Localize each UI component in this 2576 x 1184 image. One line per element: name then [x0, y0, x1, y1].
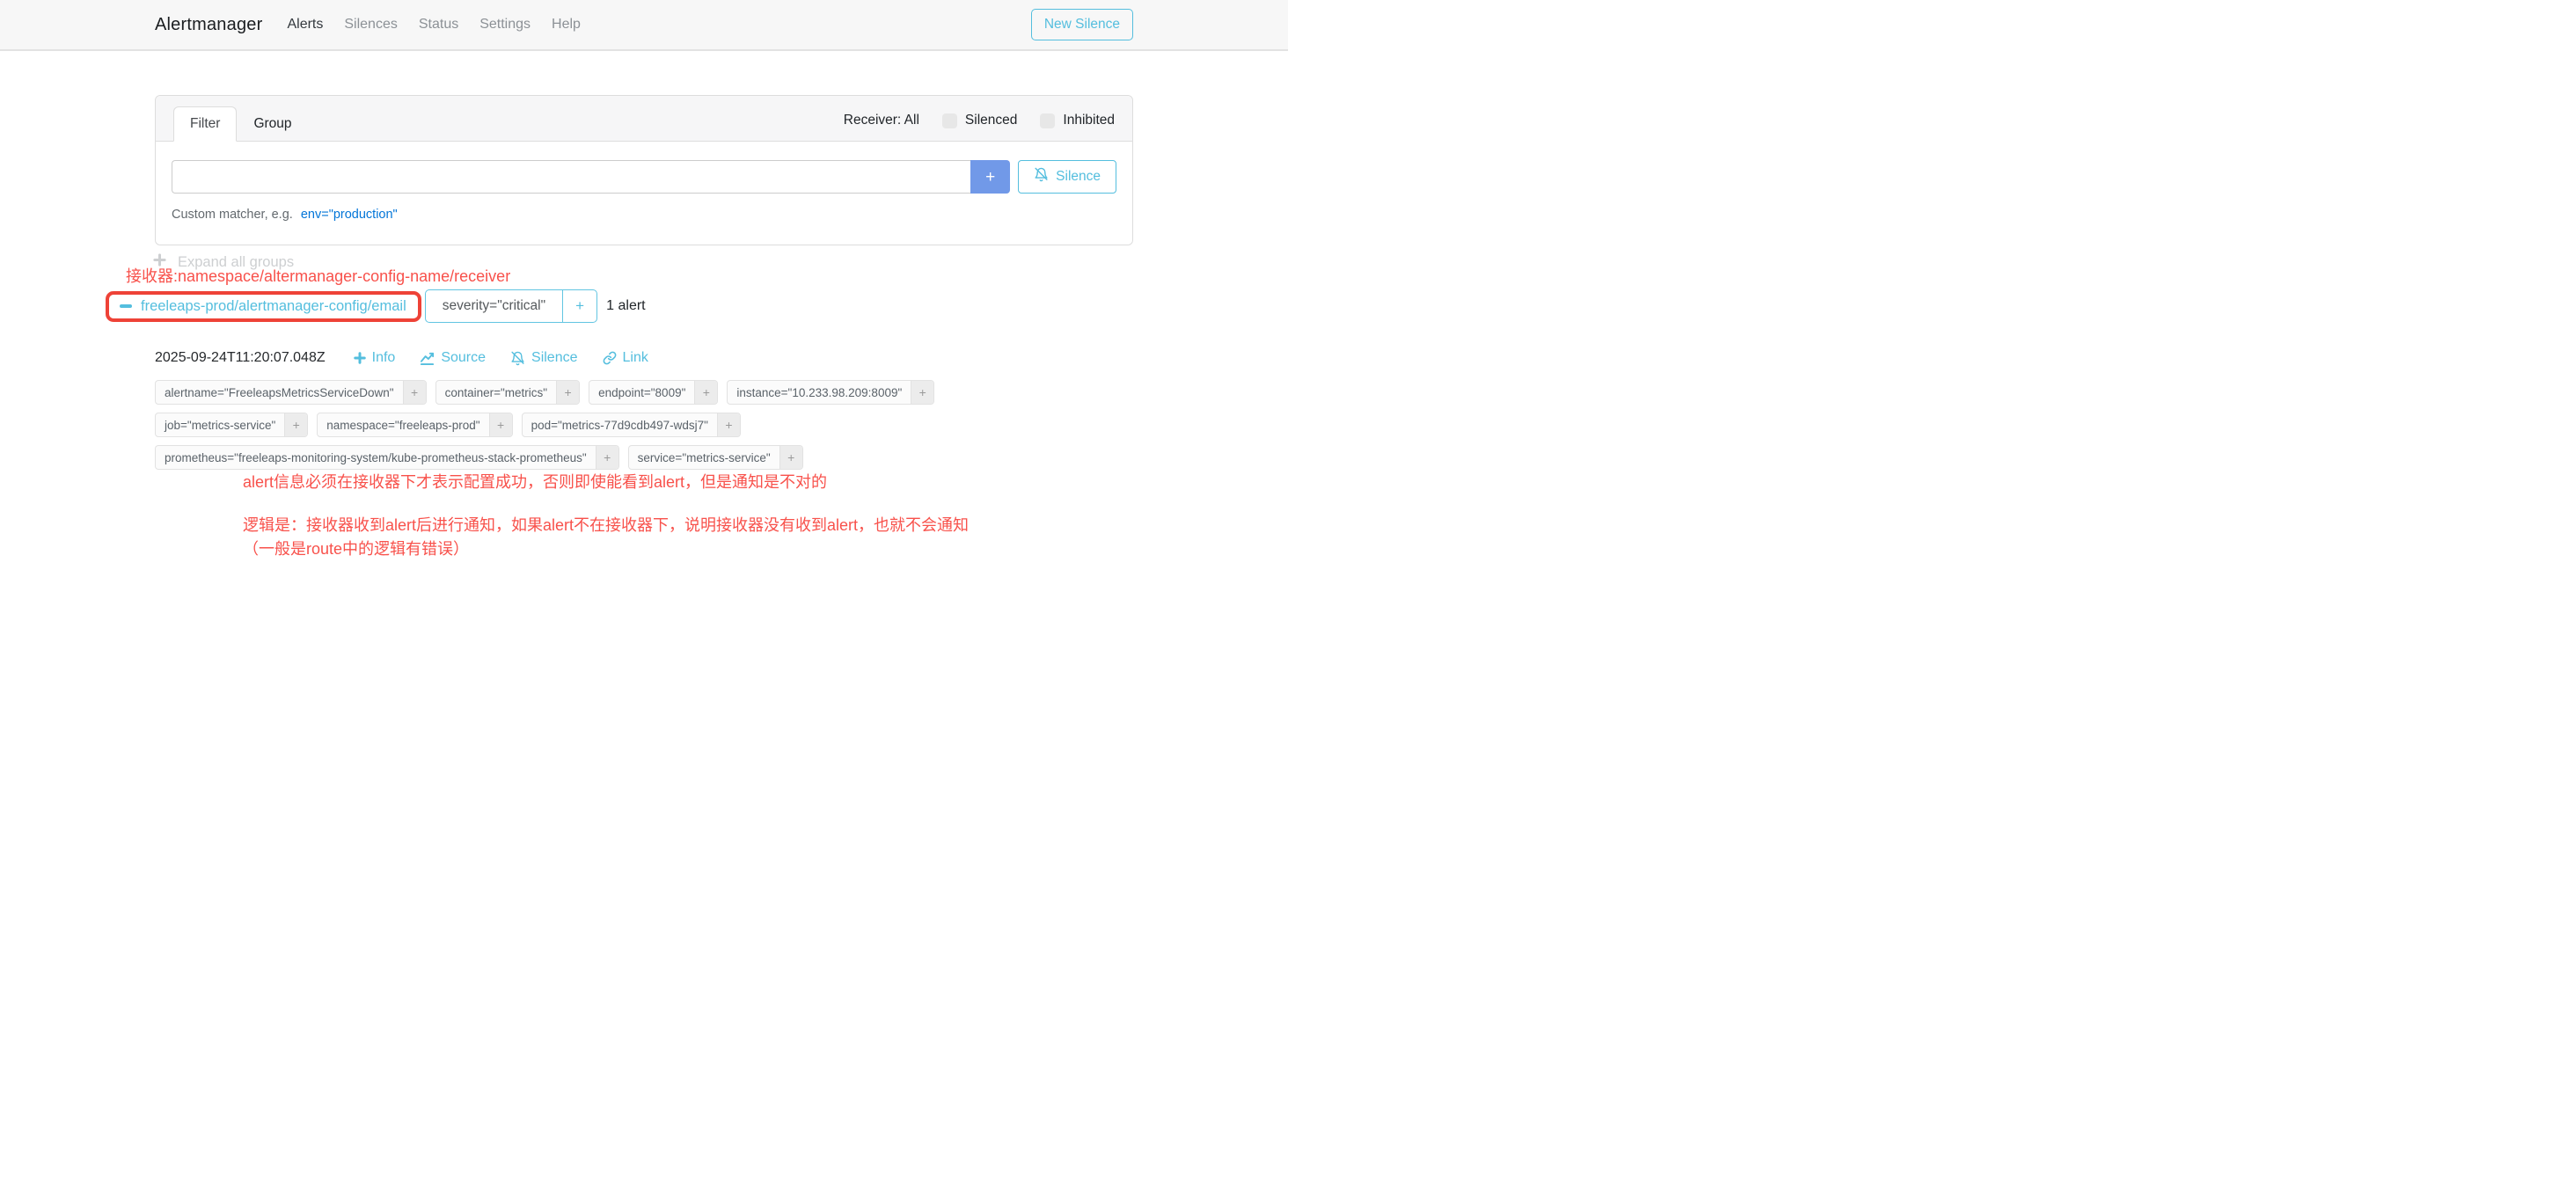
nav-item-settings[interactable]: Settings: [479, 17, 531, 33]
filter-card-header: Filter Group Receiver: All Silenced Inhi…: [156, 96, 1132, 142]
alert-source-link[interactable]: Source: [420, 350, 486, 366]
chart-icon: [420, 351, 435, 366]
nav-menu: Alerts Silences Status Settings Help: [287, 17, 580, 33]
silenced-checkbox[interactable]: [942, 113, 957, 128]
alert-count: 1 alert: [606, 298, 645, 314]
silence-button[interactable]: Silence: [1018, 160, 1116, 194]
label-row: job="metrics-service" + namespace="freel…: [155, 413, 1123, 437]
alert-source-label: Source: [441, 350, 486, 366]
nav-item-help[interactable]: Help: [552, 17, 581, 33]
label-tag-service: service="metrics-service" +: [628, 445, 803, 470]
nav-item-silences[interactable]: Silences: [344, 17, 397, 33]
alert-info-button[interactable]: Info: [354, 350, 396, 366]
add-matcher-button[interactable]: +: [970, 160, 1010, 194]
filter-card-body: + Silence Custom matcher, e.g.: [156, 142, 1132, 245]
plus-icon: [354, 352, 366, 364]
label-tag-add-button[interactable]: +: [403, 381, 426, 404]
alertmanager-page: Alertmanager Alerts Silences Status Sett…: [0, 0, 1288, 592]
alert-groups-section: Expand all groups 接收器:namespace/alterman…: [155, 245, 1133, 562]
tab-group[interactable]: Group: [237, 106, 308, 142]
annotation-note-2: 逻辑是：接收器收到alert后进行通知，如果alert不在接收器下，说明接收器没…: [243, 514, 969, 561]
label-tag-add-button[interactable]: +: [717, 413, 740, 436]
alert-timestamp: 2025-09-24T11:20:07.048Z: [155, 350, 326, 366]
label-tag-text[interactable]: pod="metrics-77d9cdb497-wdsj7": [523, 413, 717, 436]
inhibited-checkbox[interactable]: [1040, 113, 1055, 128]
label-tag-text[interactable]: endpoint="8009": [589, 381, 694, 404]
inhibited-checkbox-label: Inhibited: [1063, 113, 1115, 128]
main-content: Filter Group Receiver: All Silenced Inhi…: [155, 95, 1133, 562]
label-tag-add-button[interactable]: +: [556, 381, 579, 404]
hint-example-link[interactable]: env="production": [301, 208, 398, 222]
nav-item-alerts[interactable]: Alerts: [287, 17, 323, 33]
app-brand[interactable]: Alertmanager: [155, 15, 262, 35]
filter-tabs: Filter Group: [173, 106, 309, 141]
bell-slash-icon: [1034, 167, 1049, 186]
inhibited-checkbox-wrap[interactable]: Inhibited: [1040, 113, 1115, 128]
collapse-minus-icon: [120, 304, 132, 308]
label-tag-text[interactable]: prometheus="freeleaps-monitoring-system/…: [156, 446, 596, 469]
alert-meta-row: 2025-09-24T11:20:07.048Z Info: [155, 350, 648, 366]
label-tag-text[interactable]: service="metrics-service": [629, 446, 779, 469]
label-row: prometheus="freeleaps-monitoring-system/…: [155, 445, 1123, 470]
group-matcher-add-button[interactable]: +: [562, 290, 596, 322]
label-tag-add-button[interactable]: +: [911, 381, 933, 404]
label-tag-add-button[interactable]: +: [596, 446, 618, 469]
alert-silence-button[interactable]: Silence: [510, 350, 577, 366]
label-tag-endpoint: endpoint="8009" +: [589, 380, 718, 405]
annotation-note-2-line1: 逻辑是：接收器收到alert后进行通知，如果alert不在接收器下，说明接收器没…: [243, 514, 969, 537]
label-tag-text[interactable]: job="metrics-service": [156, 413, 284, 436]
annotation-note-2-line2: （一般是route中的逻辑有错误）: [243, 537, 969, 561]
annotation-highlight-box: freeleaps-prod/alertmanager-config/email: [106, 291, 421, 322]
navbar-inner: Alertmanager Alerts Silences Status Sett…: [155, 9, 1133, 40]
label-tag-add-button[interactable]: +: [694, 381, 717, 404]
matcher-input-group: + Silence: [172, 160, 1116, 194]
alert-actions: Info Source: [354, 350, 648, 366]
label-tag-job: job="metrics-service" +: [155, 413, 308, 437]
label-tag-text[interactable]: namespace="freeleaps-prod": [318, 413, 488, 436]
alert-labels: alertname="FreeleapsMetricsServiceDown" …: [155, 380, 1123, 478]
top-navbar: Alertmanager Alerts Silences Status Sett…: [0, 0, 1288, 51]
label-tag-add-button[interactable]: +: [284, 413, 307, 436]
receiver-filter[interactable]: Receiver: All: [844, 113, 919, 128]
group-matcher-chip: severity="critical" +: [425, 289, 597, 323]
label-tag-instance: instance="10.233.98.209:8009" +: [727, 380, 934, 405]
label-tag-add-button[interactable]: +: [489, 413, 512, 436]
label-tag-text[interactable]: alertname="FreeleapsMetricsServiceDown": [156, 381, 403, 404]
receiver-group-link[interactable]: freeleaps-prod/alertmanager-config/email: [141, 298, 406, 315]
new-silence-button[interactable]: New Silence: [1031, 9, 1133, 40]
label-row: alertname="FreeleapsMetricsServiceDown" …: [155, 380, 1123, 405]
filter-header-controls: Receiver: All Silenced Inhibited: [844, 113, 1115, 141]
annotation-note-1: alert信息必须在接收器下才表示配置成功，否则即使能看到alert，但是通知是…: [243, 470, 827, 493]
alert-permalink[interactable]: Link: [603, 350, 648, 366]
group-matcher-label: severity="critical": [426, 290, 562, 322]
label-tag-add-button[interactable]: +: [779, 446, 802, 469]
silenced-checkbox-wrap[interactable]: Silenced: [942, 113, 1017, 128]
bell-slash-icon: [510, 351, 525, 366]
link-icon: [603, 351, 617, 365]
nav-item-status[interactable]: Status: [419, 17, 458, 33]
silence-button-label: Silence: [1056, 169, 1101, 185]
silenced-checkbox-label: Silenced: [965, 113, 1017, 128]
alert-info-label: Info: [372, 350, 396, 366]
label-tag-alertname: alertname="FreeleapsMetricsServiceDown" …: [155, 380, 427, 405]
receiver-annotation-text: 接收器:namespace/altermanager-config-name/r…: [126, 264, 510, 287]
label-tag-container: container="metrics" +: [435, 380, 581, 405]
label-tag-pod: pod="metrics-77d9cdb497-wdsj7" +: [522, 413, 741, 437]
label-tag-text[interactable]: container="metrics": [436, 381, 557, 404]
label-tag-namespace: namespace="freeleaps-prod" +: [317, 413, 512, 437]
label-tag-text[interactable]: instance="10.233.98.209:8009": [728, 381, 911, 404]
alert-link-label: Link: [623, 350, 648, 366]
hint-text: Custom matcher, e.g.: [172, 208, 293, 222]
label-tag-prometheus: prometheus="freeleaps-monitoring-system/…: [155, 445, 619, 470]
matcher-input[interactable]: [172, 160, 970, 194]
receiver-group-row: freeleaps-prod/alertmanager-config/email…: [106, 289, 646, 323]
filter-card: Filter Group Receiver: All Silenced Inhi…: [155, 95, 1133, 245]
custom-matcher-hint: Custom matcher, e.g. env="production": [172, 208, 1116, 222]
tab-filter[interactable]: Filter: [173, 106, 237, 142]
alert-silence-label: Silence: [531, 350, 577, 366]
